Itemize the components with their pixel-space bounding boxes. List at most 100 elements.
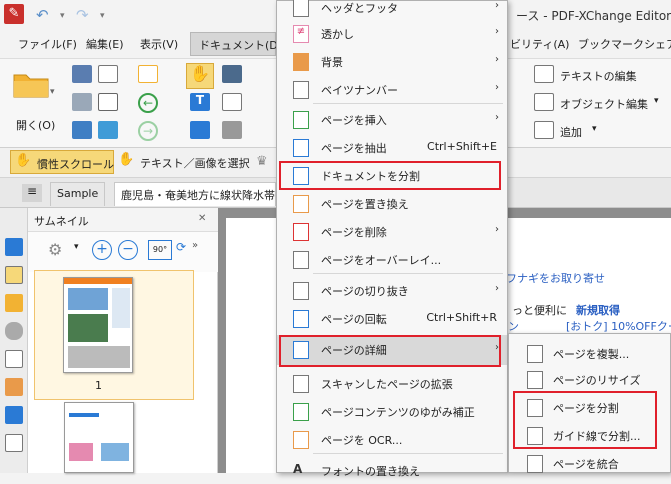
- open-label[interactable]: 開く(O): [16, 117, 55, 133]
- comments-icon[interactable]: [5, 294, 23, 312]
- header-footer-icon: [293, 0, 309, 17]
- highlight-box: [513, 391, 657, 449]
- new-document-icon[interactable]: [98, 65, 118, 83]
- tool-icon[interactable]: [222, 121, 242, 139]
- menu-enhance-scanned[interactable]: スキャンしたページの拡張: [277, 369, 507, 397]
- menu-item-label: ページの回転: [321, 313, 387, 326]
- menu-share[interactable]: シェア: [644, 36, 671, 52]
- submenu-duplicate-pages[interactable]: ページを複製...: [509, 340, 669, 366]
- snapshot-icon[interactable]: [222, 65, 242, 83]
- menu-document[interactable]: ドキュメント(D): [190, 32, 282, 56]
- rotate-icon[interactable]: 90°: [148, 240, 172, 260]
- menu-item-label: ページを置き換え: [321, 198, 409, 211]
- menu-extract-pages[interactable]: ページを抽出 Ctrl+Shift+E: [277, 133, 507, 161]
- menu-delete-pages[interactable]: ページを削除 ›: [277, 217, 507, 245]
- menu-file[interactable]: ファイル(F): [18, 36, 77, 52]
- chevron-right-icon: ›: [495, 112, 499, 123]
- stamp-icon[interactable]: ♛: [256, 154, 268, 169]
- add-dropdown-icon[interactable]: ▾: [592, 124, 597, 134]
- side-icon-bar: [0, 208, 28, 473]
- share-icon[interactable]: [98, 121, 118, 139]
- tab-sample[interactable]: Sample: [50, 182, 106, 206]
- deskew-icon: [293, 403, 309, 421]
- forward-icon[interactable]: →: [138, 121, 158, 141]
- menu-ocr[interactable]: ページを OCR...: [277, 425, 507, 453]
- layers-icon[interactable]: [5, 406, 23, 424]
- back-icon[interactable]: ←: [138, 93, 158, 113]
- menu-view[interactable]: 表示(V): [140, 36, 178, 52]
- mail-icon[interactable]: [98, 93, 118, 111]
- app-logo-icon: ✎: [4, 4, 24, 24]
- edit-text-icon[interactable]: [190, 121, 210, 139]
- add-icon[interactable]: [534, 121, 554, 139]
- create-icon[interactable]: [138, 65, 158, 83]
- menu-watermark[interactable]: ≢ 透かし ›: [277, 19, 507, 47]
- menu-edit[interactable]: 編集(E): [86, 36, 124, 52]
- menu-replace-fonts[interactable]: A フォントの置き換え: [277, 456, 507, 484]
- undo-dropdown-icon[interactable]: ▾: [60, 11, 65, 21]
- menu-header-footer[interactable]: ヘッダとフッタ ›: [277, 0, 507, 21]
- text-select-icon[interactable]: T: [190, 93, 210, 111]
- settings-dropdown-icon[interactable]: ▾: [74, 242, 79, 252]
- thumbnail-close-icon[interactable]: ✕: [198, 213, 206, 224]
- background-icon: [293, 53, 309, 71]
- tab-document[interactable]: 鹿児島・奄美地方に線状降水帯: [114, 182, 276, 206]
- menu-overlay-pages[interactable]: ページをオーバーレイ...: [277, 245, 507, 273]
- edit-text-label[interactable]: テキストの編集: [560, 68, 637, 84]
- edit-text-tool-icon[interactable]: [534, 65, 554, 83]
- menu-accessibility[interactable]: ビリティ(A): [510, 36, 569, 52]
- more-icon[interactable]: »: [192, 240, 198, 251]
- replace-fonts-icon: A: [293, 462, 303, 476]
- print-icon[interactable]: [72, 93, 92, 111]
- menu-insert-pages[interactable]: ページを挿入 ›: [277, 105, 507, 133]
- undo-icon[interactable]: ↶: [36, 6, 49, 24]
- pages-icon[interactable]: [5, 350, 23, 368]
- zoom-in-icon[interactable]: +: [92, 240, 112, 260]
- select-page-icon[interactable]: [222, 93, 242, 111]
- bookmark-icon[interactable]: [5, 238, 23, 256]
- scan-icon[interactable]: [72, 121, 92, 139]
- thumbnail-page-1[interactable]: 1: [34, 270, 194, 400]
- thumbnail-settings-icon[interactable]: ⚙: [48, 240, 62, 259]
- doc-text-2: ン: [508, 320, 519, 333]
- menu-bates-numbering[interactable]: ベイツナンバー ›: [277, 75, 507, 103]
- hand-tool-icon[interactable]: ✋: [186, 63, 214, 89]
- page-2-preview[interactable]: [64, 402, 134, 473]
- thumbnail-pane: サムネイル ✕ ⚙ ▾ + − 90° ⟳ » 1: [28, 208, 218, 473]
- redo-dropdown-icon[interactable]: ▾: [100, 11, 105, 21]
- open-folder-icon[interactable]: [12, 67, 50, 99]
- edit-object-dropdown-icon[interactable]: ▾: [654, 96, 659, 106]
- menu-crop-pages[interactable]: ページの切り抜き ›: [277, 276, 507, 304]
- menu-rotate-pages[interactable]: ページの回転 Ctrl+Shift+R: [277, 304, 507, 332]
- submenu-resize-pages[interactable]: ページのリサイズ: [509, 366, 669, 392]
- ocr-icon: [293, 431, 309, 449]
- edit-object-label[interactable]: オブジェクト編集: [560, 96, 648, 112]
- resize-pages-icon: [527, 371, 543, 389]
- content-icon[interactable]: [5, 434, 23, 452]
- doc-link-1[interactable]: フナギをお取り寄せ: [506, 270, 605, 286]
- menu-replace-pages[interactable]: ページを置き換え: [277, 189, 507, 217]
- submenu-merge-pages[interactable]: ページを統合: [509, 450, 669, 476]
- menu-deskew[interactable]: ページコンテンツのゆがみ補正: [277, 397, 507, 425]
- menu-item-label: ページを抽出: [321, 142, 387, 155]
- signatures-icon[interactable]: [5, 378, 23, 396]
- menu-item-label: ページをオーバーレイ...: [321, 254, 442, 267]
- zoom-out-icon[interactable]: −: [118, 240, 138, 260]
- menu-separator: [313, 103, 503, 104]
- tabs-menu-icon[interactable]: ≡: [22, 184, 42, 202]
- open-dropdown-icon[interactable]: ▾: [50, 87, 55, 97]
- inertial-scroll-button[interactable]: ✋ 慣性スクロール: [10, 150, 114, 174]
- save-icon[interactable]: [72, 65, 92, 83]
- doc-link-3[interactable]: [おトク] 10%OFFクーオ: [566, 318, 671, 334]
- add-label[interactable]: 追加: [560, 124, 582, 140]
- attachments-icon[interactable]: [5, 322, 23, 340]
- menu-bookmarks[interactable]: ブックマーク: [578, 36, 644, 52]
- refresh-icon[interactable]: ⟳: [176, 240, 186, 254]
- thumbnail-header: サムネイル ✕: [28, 208, 218, 232]
- redo-icon[interactable]: ↷: [76, 6, 89, 24]
- select-text-image-button[interactable]: テキスト／画像を選択: [140, 155, 250, 171]
- doc-link-2[interactable]: 新規取得: [576, 302, 620, 318]
- edit-object-icon[interactable]: [534, 93, 554, 111]
- menu-background[interactable]: 背景 ›: [277, 47, 507, 75]
- thumbnails-icon[interactable]: [5, 266, 23, 284]
